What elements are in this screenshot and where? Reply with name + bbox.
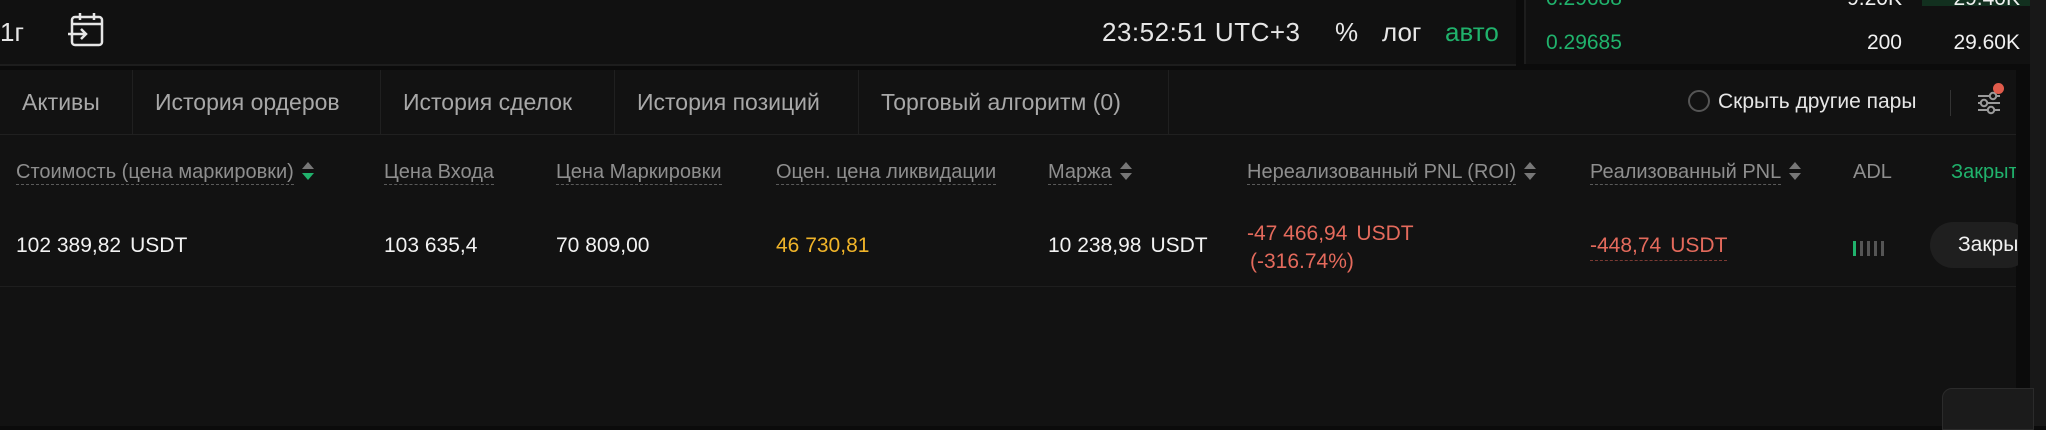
table-row[interactable]: 102 389,82 USDT 103 635,4 70 809,00 46 73… (0, 210, 2030, 287)
header-cost-label: Стоимость (цена маркировки) (16, 161, 294, 185)
header-adl-label: ADL (1853, 161, 1892, 183)
adl-bar (1881, 241, 1884, 256)
radio-button[interactable] (1688, 90, 1710, 112)
margin-value: 10 238,98 (1048, 234, 1142, 257)
header-liq-label: Оцен. цена ликвидации (776, 161, 997, 185)
header-unrealized-label: Нереализованный PNL (ROI) (1247, 161, 1517, 185)
cell-entry-price: 103 635,4 (384, 234, 478, 257)
panel-tabs: Активы История ордеров История сделок Ис… (0, 70, 2016, 135)
hide-other-pairs-label: Скрыть другие пары (1718, 90, 1917, 113)
cell-liq-price: 46 730,81 (776, 234, 870, 257)
cell-cost: 102 389,82 USDT (16, 234, 187, 258)
header-realized-label: Реализованный PNL (1590, 161, 1782, 185)
sort-icon[interactable] (301, 161, 314, 180)
order-size: 9.20K (1847, 0, 1902, 14)
realized-value: -448,74 (1590, 234, 1662, 257)
unrealized-unit: USDT (1356, 222, 1414, 245)
header-adl: ADL (1853, 159, 1892, 185)
sort-icon[interactable] (1119, 161, 1132, 180)
order-total: 29.40K (1953, 0, 2020, 14)
positions-panel: Активы История ордеров История сделок Ис… (0, 70, 2030, 426)
header-unrealized-pnl[interactable]: Нереализованный PNL (ROI) (1247, 159, 1537, 185)
cell-realized-pnl: -448,74 USDT (1590, 234, 1728, 261)
adl-indicator (1853, 241, 1888, 257)
header-close-all-label: Закрыть (1951, 161, 2016, 183)
tab-trade-history[interactable]: История сделок (381, 70, 615, 134)
log-scale-toggle[interactable]: лог (1382, 12, 1421, 52)
notification-dot (1993, 83, 2004, 94)
adl-bar (1853, 241, 1856, 256)
header-cost[interactable]: Стоимость (цена маркировки) (16, 159, 314, 185)
tab-assets[interactable]: Активы (0, 70, 133, 134)
header-margin[interactable]: Маржа (1048, 159, 1132, 185)
order-book-row[interactable]: 0.29688 9.20K 29.40K (1526, 0, 2032, 14)
margin-unit: USDT (1150, 234, 1208, 257)
order-book: 0.29688 9.20K 29.40K 0.29685 200 29.60K (1524, 0, 2032, 64)
adl-bar (1860, 241, 1863, 256)
percent-scale-toggle[interactable]: % (1335, 12, 1358, 52)
adl-bar (1867, 241, 1870, 256)
header-entry-label: Цена Входа (384, 161, 495, 185)
header-mark-price: Цена Маркировки (556, 159, 722, 185)
adl-bar (1874, 241, 1877, 256)
roi-value: (-316.74%) (1250, 250, 1354, 273)
cell-margin[interactable]: 10 238,98 USDT (1048, 234, 1208, 258)
realized-unit: USDT (1670, 234, 1728, 257)
calendar-goto-icon[interactable] (68, 10, 108, 50)
cell-mark-price: 70 809,00 (556, 234, 650, 257)
header-close-all[interactable]: Закрыть (1951, 159, 2016, 185)
sort-icon[interactable] (1524, 161, 1537, 180)
cost-value: 102 389,82 (16, 234, 122, 257)
tab-order-history[interactable]: История ордеров (133, 70, 381, 134)
divider (1950, 90, 1951, 116)
tab-position-history[interactable]: История позиций (615, 70, 859, 134)
header-realized-pnl[interactable]: Реализованный PNL (1590, 159, 1802, 185)
order-price: 0.29688 (1546, 0, 1622, 14)
tab-trading-bot[interactable]: Торговый алгоритм (0) (859, 70, 1169, 134)
order-size: 200 (1866, 31, 1902, 54)
realized-pnl: -448,74 USDT (1590, 234, 1728, 261)
header-margin-label: Маржа (1048, 161, 1112, 185)
chart-toolbar: 1г 23:52:51 UTC+3 % лог авто (0, 0, 1516, 66)
header-entry-price: Цена Входа (384, 159, 495, 185)
sort-icon[interactable] (1789, 161, 1802, 180)
utc-clock[interactable]: 23:52:51 UTC+3 (1102, 12, 1301, 52)
close-position-button[interactable]: Закрыть (1930, 222, 2030, 268)
cell-unrealized-pnl: -47 466,94 USDT (-316.74%) (1247, 220, 1414, 276)
order-total: 29.60K (1953, 31, 2020, 54)
header-liq-price: Оцен. цена ликвидации (776, 159, 997, 185)
unrealized-value: -47 466,94 (1247, 222, 1348, 245)
header-mark-label: Цена Маркировки (556, 161, 722, 185)
scroll-edge (2030, 0, 2046, 426)
floating-widget[interactable] (1942, 388, 2034, 430)
auto-scale-toggle[interactable]: авто (1445, 12, 1499, 52)
cost-unit: USDT (130, 234, 188, 257)
order-price: 0.29685 (1546, 31, 1622, 54)
interval-selector[interactable]: 1г (0, 12, 24, 52)
panel-gap (2018, 64, 2030, 426)
order-book-row[interactable]: 0.29685 200 29.60K (1526, 28, 2032, 58)
